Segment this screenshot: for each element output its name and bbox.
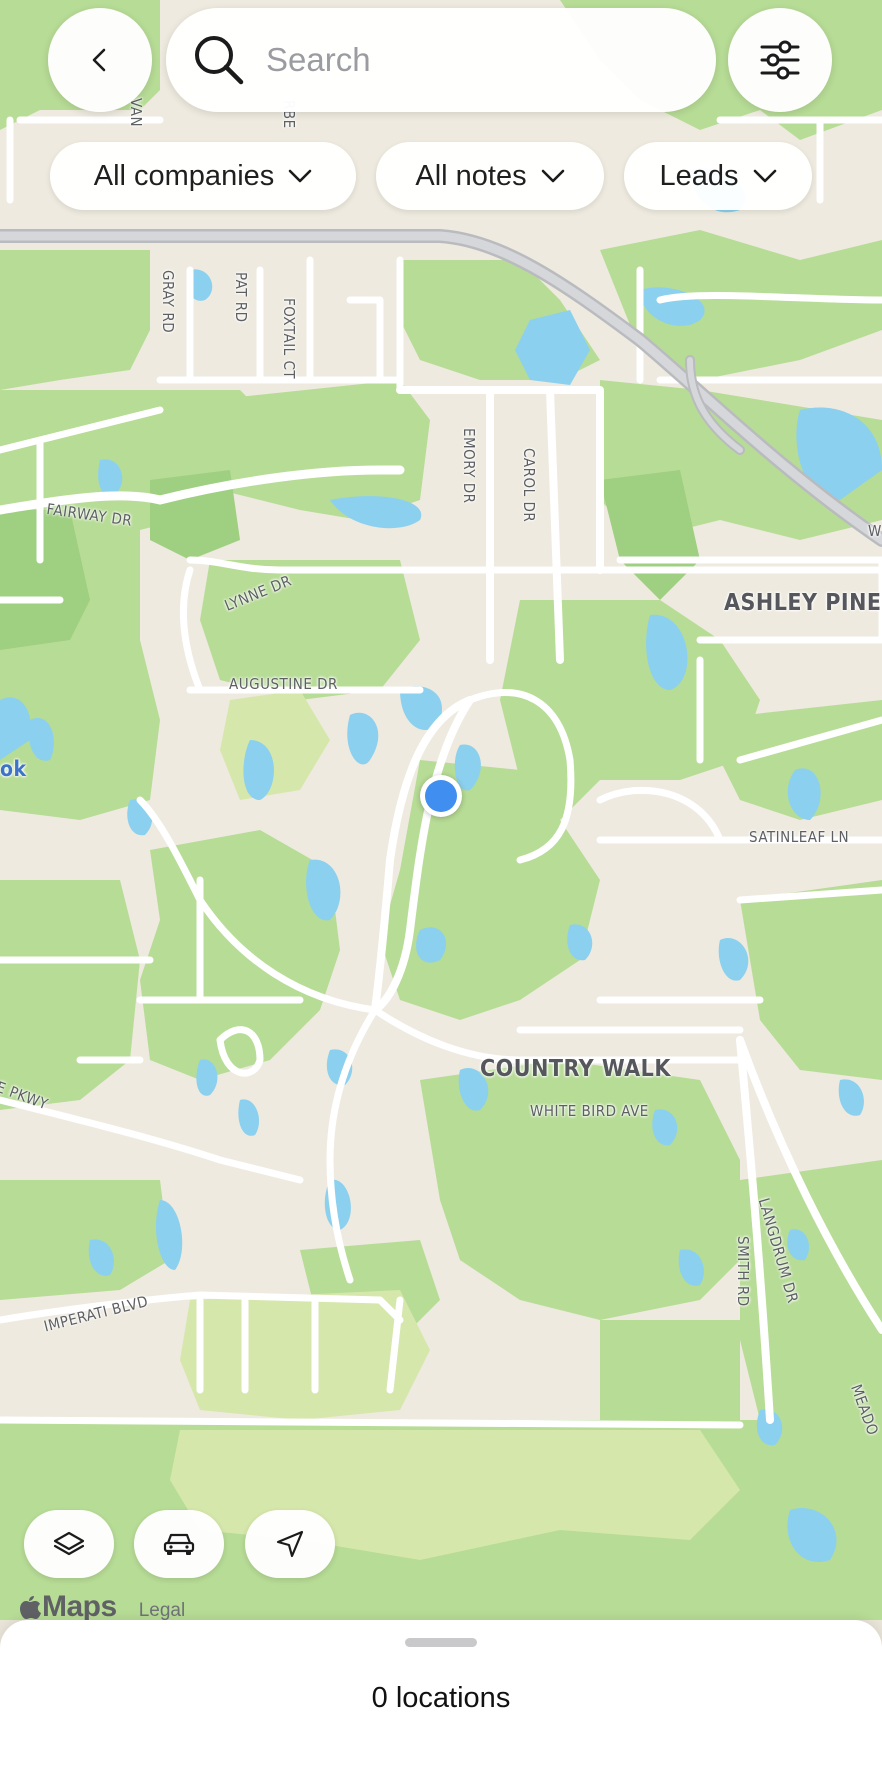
filter-chip-companies-label: All companies <box>93 159 275 192</box>
locations-count: 0 locations <box>371 1682 511 1714</box>
search-bar[interactable] <box>166 8 716 112</box>
current-location-dot[interactable] <box>420 775 462 817</box>
search-input[interactable] <box>264 40 688 80</box>
street-label-white-bird: WHITE BIRD AVE <box>530 1102 649 1120</box>
map-view[interactable]: GRAY RD PAT RD FOXTAIL CT EMORY DR CAROL… <box>0 0 882 1620</box>
filter-chip-type-label: Leads <box>659 159 739 192</box>
driving-mode-button[interactable] <box>134 1510 224 1578</box>
current-location-button[interactable] <box>245 1510 335 1578</box>
street-label-satinleaf: SATINLEAF LN <box>749 828 850 846</box>
area-label-country-walk: COUNTRY WALK <box>480 1056 671 1082</box>
filter-chip-notes-label: All notes <box>415 159 527 192</box>
street-label-w: W <box>868 522 882 540</box>
bottom-sheet[interactable]: 0 locations <box>0 1620 882 1791</box>
poi-label-fragment: ok <box>0 757 27 781</box>
street-label-emory: EMORY DR <box>460 428 478 504</box>
street-label-smith: SMITH RD <box>734 1236 752 1307</box>
street-label-gray: GRAY RD <box>159 270 177 334</box>
street-label-pat: PAT RD <box>232 272 250 323</box>
area-label-ashley-pines: ASHLEY PINES <box>724 590 882 616</box>
maps-logo: Maps <box>18 1590 117 1624</box>
street-label-carol: CAROL DR <box>520 448 538 523</box>
street-label-augustine: AUGUSTINE DR <box>229 675 338 693</box>
sheet-grabber[interactable] <box>405 1638 477 1647</box>
chevron-down-icon <box>541 169 564 183</box>
filter-chip-companies[interactable]: All companies <box>50 142 356 210</box>
layers-icon <box>53 1531 85 1556</box>
street-label-foxtail: FOXTAIL CT <box>280 298 298 380</box>
apple-logo-icon <box>20 1596 41 1619</box>
filter-settings-button[interactable] <box>728 8 832 112</box>
app-root: GRAY RD PAT RD FOXTAIL CT EMORY DR CAROL… <box>0 0 882 1791</box>
location-arrow-icon <box>276 1530 304 1558</box>
back-button[interactable] <box>48 8 152 112</box>
chevron-down-icon <box>753 169 776 183</box>
car-icon <box>163 1533 195 1555</box>
maps-logo-text: Maps <box>42 1590 117 1623</box>
search-icon <box>195 36 244 85</box>
current-location-dot-core <box>425 780 457 812</box>
legal-link[interactable]: Legal <box>139 1600 186 1622</box>
chevron-down-icon <box>288 169 312 183</box>
map-layers-button[interactable] <box>24 1510 114 1578</box>
chevron-left-icon <box>92 48 106 72</box>
sliders-icon <box>760 40 800 80</box>
map-attribution: Maps Legal <box>18 1590 185 1624</box>
filter-chip-notes[interactable]: All notes <box>376 142 604 210</box>
filter-chip-type[interactable]: Leads <box>624 142 812 210</box>
